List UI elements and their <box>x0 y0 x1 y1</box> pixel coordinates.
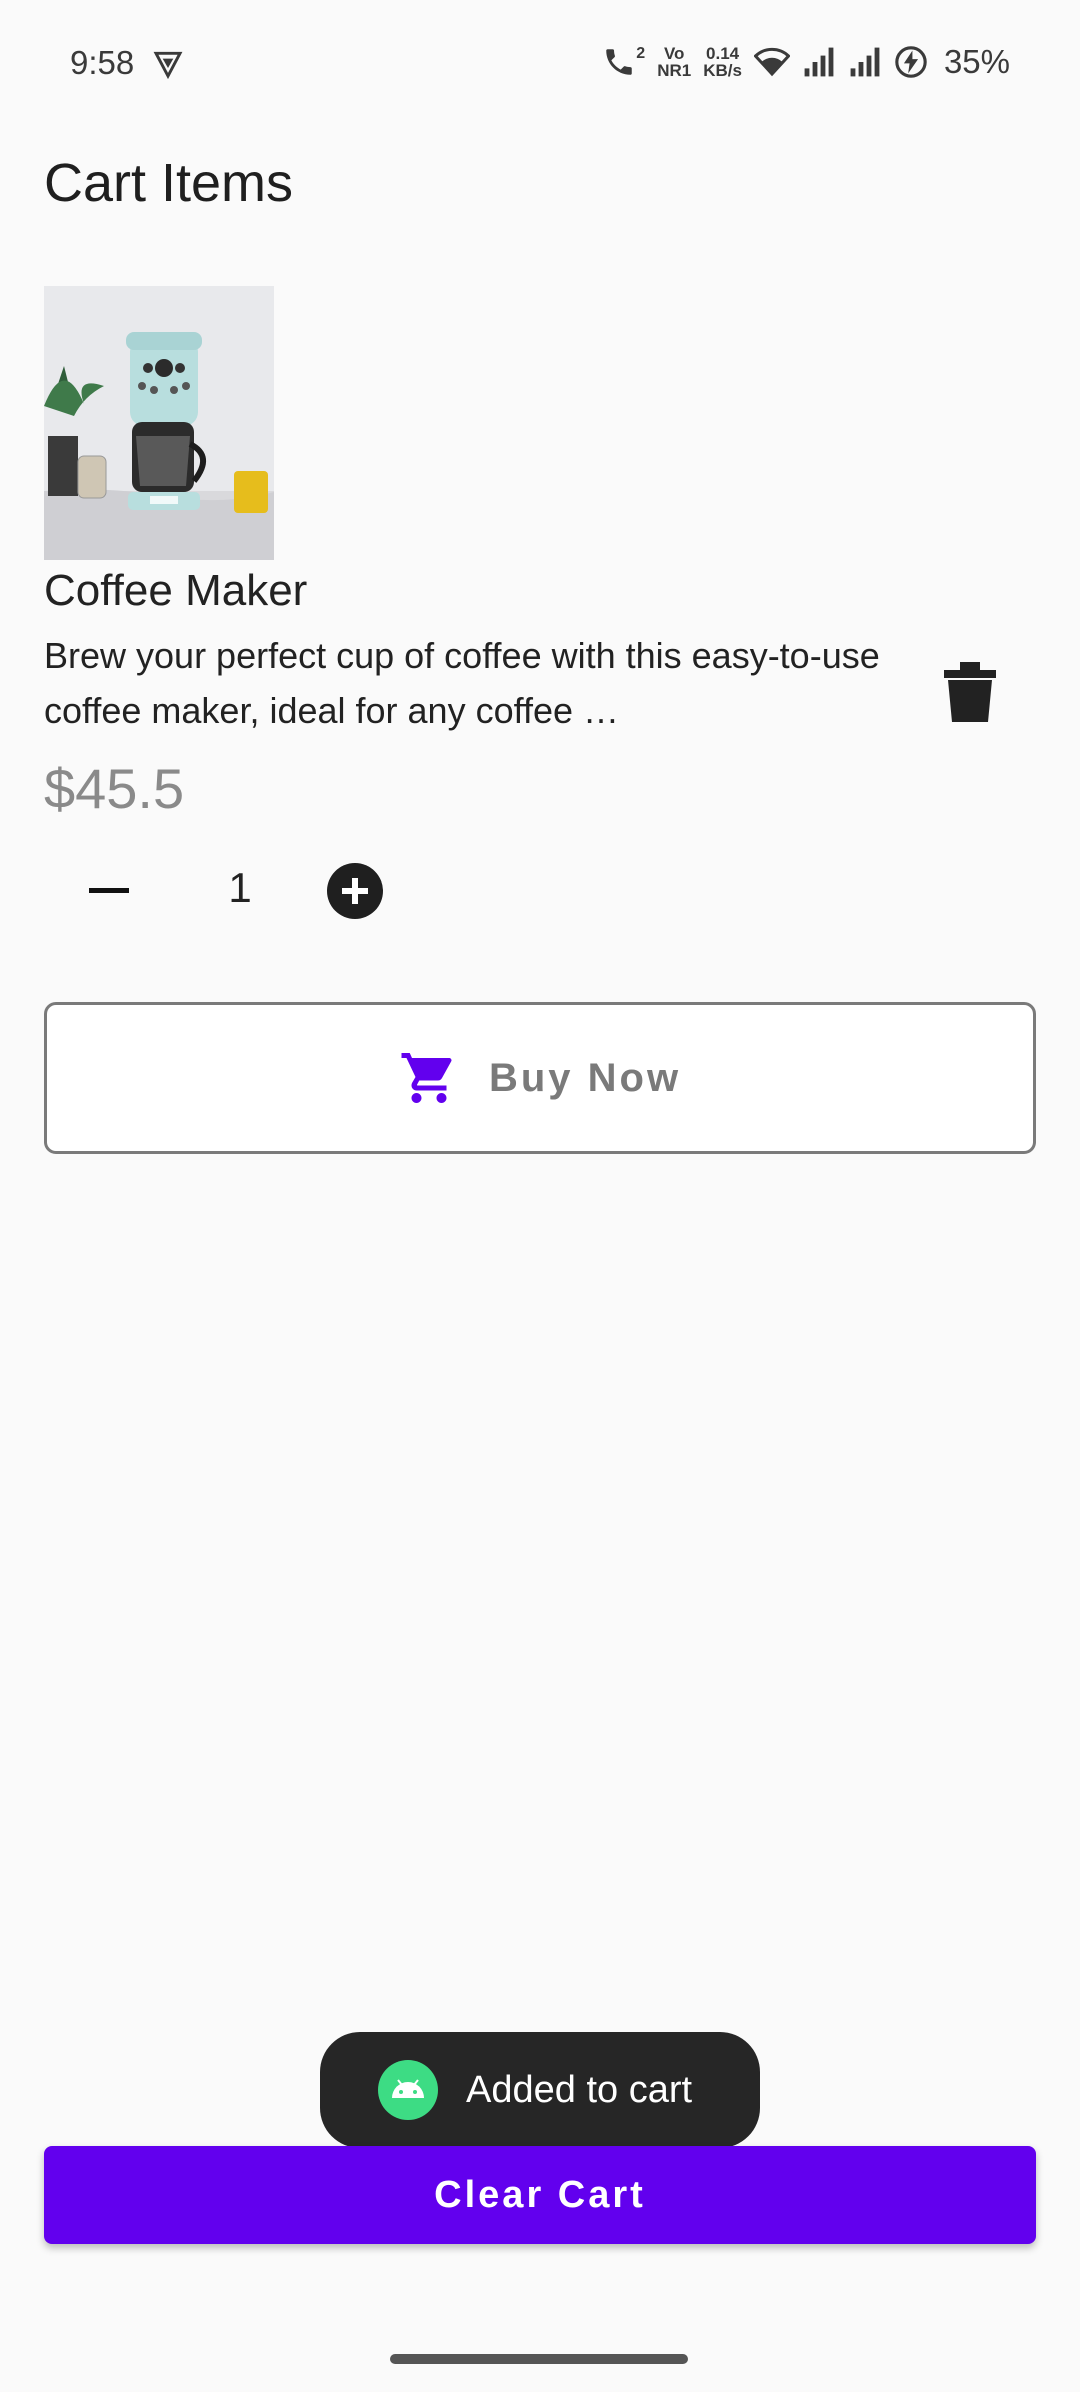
toast-message: Added to cart <box>320 2032 760 2148</box>
battery-charging-icon <box>895 46 927 78</box>
buy-now-button[interactable]: Buy Now <box>44 1002 1036 1154</box>
buy-now-label: Buy Now <box>488 1055 682 1100</box>
home-indicator[interactable] <box>390 2354 688 2364</box>
call-badge: 2 <box>636 45 646 62</box>
product-description: Brew your perfect cup of coffee with thi… <box>44 635 880 731</box>
android-icon <box>378 2060 438 2120</box>
product-price: $45.5 <box>44 757 185 820</box>
net-speed: 0.14 KB/s <box>703 45 742 79</box>
cart-icon <box>401 1053 452 1103</box>
delete-icon[interactable] <box>944 662 996 722</box>
wifi-icon <box>753 48 790 77</box>
product-image[interactable] <box>44 286 274 560</box>
status-icons: 2 Vo NR1 0.14 KB/s 35% <box>602 40 1010 84</box>
product-name: Coffee Maker <box>44 566 308 615</box>
page-title: Cart Items <box>44 153 294 213</box>
decrease-quantity-button[interactable] <box>86 860 132 920</box>
net-speed-unit: KB/s <box>703 61 742 80</box>
increase-quantity-button[interactable] <box>326 862 384 920</box>
status-time: 9:58 <box>70 44 135 81</box>
vo-label: Vo <box>663 44 685 63</box>
vpn-icon <box>153 51 183 80</box>
clear-cart-label: Clear Cart <box>434 2173 646 2216</box>
signal-icon <box>850 47 880 77</box>
battery-level: 35% <box>943 43 1010 80</box>
volte-indicator: Vo NR1 <box>657 45 691 79</box>
net-speed-value: 0.14 <box>706 44 740 63</box>
status-bar: 9:58 2 Vo NR1 0.14 KB/s 35% <box>0 0 1080 130</box>
signal-icon <box>804 47 834 77</box>
quantity-value: 1 <box>228 864 252 911</box>
clear-cart-button[interactable]: Clear Cart <box>44 2146 1036 2244</box>
wifi-calling-icon: 2 <box>602 45 645 79</box>
toast-text: Added to cart <box>466 2068 693 2111</box>
nr-label: NR1 <box>657 61 692 80</box>
